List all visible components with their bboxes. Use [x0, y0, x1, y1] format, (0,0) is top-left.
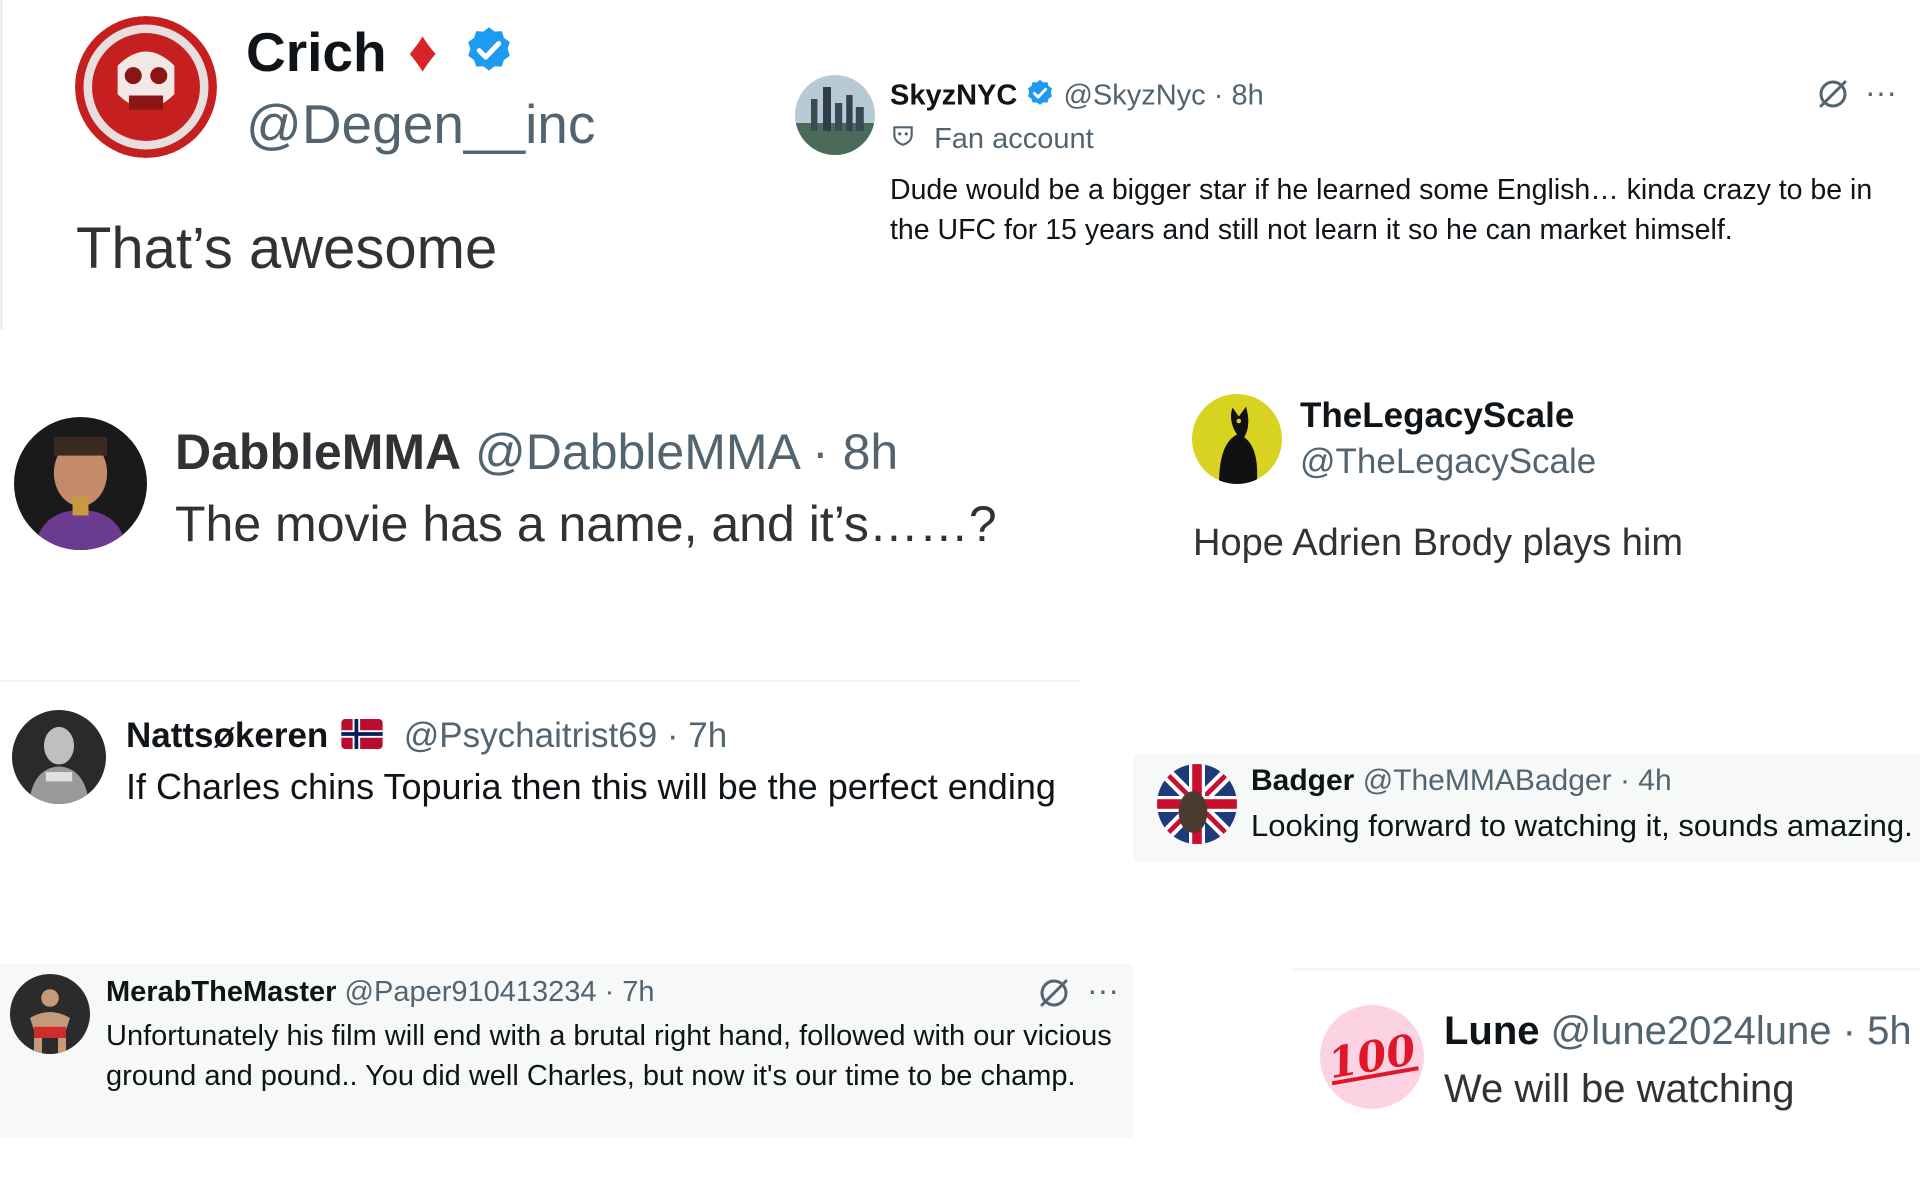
handle[interactable]: @lune2024lune: [1551, 1009, 1832, 1053]
display-name[interactable]: Nattsøkeren: [126, 716, 328, 755]
tweet-merab: MerabTheMaster @Paper910413234 · 7h Unfo…: [0, 964, 1133, 1138]
display-name[interactable]: TheLegacyScale: [1300, 396, 1574, 436]
handle[interactable]: @Degen__inc: [246, 92, 595, 156]
display-name[interactable]: SkyzNYC: [890, 80, 1017, 112]
tweet-text: Unfortunately his film will end with a b…: [106, 1020, 1112, 1092]
tweet-dabble: DabbleMMA @DabbleMMA · 8h The movie has …: [0, 405, 1000, 575]
tweet-text: That’s awesome: [76, 216, 498, 281]
avatar[interactable]: [75, 16, 217, 158]
diamond-icon: ♦: [407, 19, 438, 84]
tweet-text: Hope Adrien Brody plays him: [1193, 522, 1684, 564]
timestamp[interactable]: · 5h: [1843, 1009, 1912, 1053]
verified-badge-icon: [1025, 78, 1055, 116]
norway-flag-icon: [340, 718, 384, 758]
handle[interactable]: @DabbleMMA: [475, 424, 798, 480]
fan-account-label: Fan account: [890, 123, 1094, 157]
grok-icon[interactable]: [1036, 975, 1072, 1011]
timestamp[interactable]: · 4h: [1620, 764, 1672, 797]
display-name[interactable]: DabbleMMA: [175, 424, 461, 480]
display-name[interactable]: Lune: [1444, 1009, 1540, 1053]
avatar[interactable]: [1192, 394, 1282, 484]
timestamp[interactable]: · 8h: [1214, 80, 1264, 112]
timestamp[interactable]: · 8h: [812, 424, 898, 480]
tweet-crich: Crich ♦ @Degen__inc That’s awesome: [0, 0, 700, 330]
tweet-natt: Nattsøkeren @Psychaitrist69 · 7h If Char…: [0, 700, 1100, 820]
avatar[interactable]: [14, 417, 147, 550]
avatar[interactable]: 100: [1320, 1005, 1424, 1109]
timestamp[interactable]: · 7h: [667, 716, 727, 755]
timestamp[interactable]: · 7h: [605, 976, 655, 1008]
display-name[interactable]: MerabTheMaster: [106, 976, 336, 1008]
display-name[interactable]: Badger: [1251, 764, 1354, 797]
tweet-text: Dude would be a bigger star if he learne…: [890, 174, 1873, 246]
grok-icon[interactable]: [1815, 76, 1851, 112]
avatar[interactable]: [12, 710, 106, 804]
avatar[interactable]: [795, 75, 875, 155]
handle[interactable]: @Psychaitrist69: [404, 716, 657, 755]
handle[interactable]: @TheLegacyScale: [1300, 442, 1596, 482]
more-icon[interactable]: ···: [1087, 972, 1119, 1009]
tweet-text: If Charles chins Topuria then this will …: [126, 766, 1056, 807]
more-icon[interactable]: ···: [1865, 74, 1897, 111]
tweet-legacy: TheLegacyScale @TheLegacyScale Hope Adri…: [1170, 390, 1920, 590]
divider: [0, 680, 1080, 682]
avatar[interactable]: [1157, 764, 1237, 844]
tweet-text: We will be watching: [1444, 1067, 1795, 1111]
tweet-badger: Badger @TheMMABadger · 4h Looking forwar…: [1133, 754, 1920, 862]
tweet-lune: 100 Lune @lune2024lune · 5h We will be w…: [1292, 968, 1920, 1118]
avatar[interactable]: [10, 974, 90, 1054]
tweet-text: Looking forward to watching it, sounds a…: [1251, 808, 1913, 843]
fan-account-icon: [890, 123, 916, 157]
display-name[interactable]: Crich: [246, 21, 387, 83]
handle[interactable]: @TheMMABadger: [1363, 764, 1612, 797]
handle[interactable]: @Paper910413234: [345, 976, 597, 1008]
tweet-skyz: SkyzNYC @SkyzNyc · 8h Fan account Dude w…: [780, 66, 1920, 266]
hundred-emoji-icon: 100: [1324, 1024, 1420, 1089]
verified-badge-icon: [463, 24, 515, 89]
handle[interactable]: @SkyzNyc: [1063, 80, 1205, 112]
tweet-text: The movie has a name, and it’s……?: [175, 496, 997, 552]
